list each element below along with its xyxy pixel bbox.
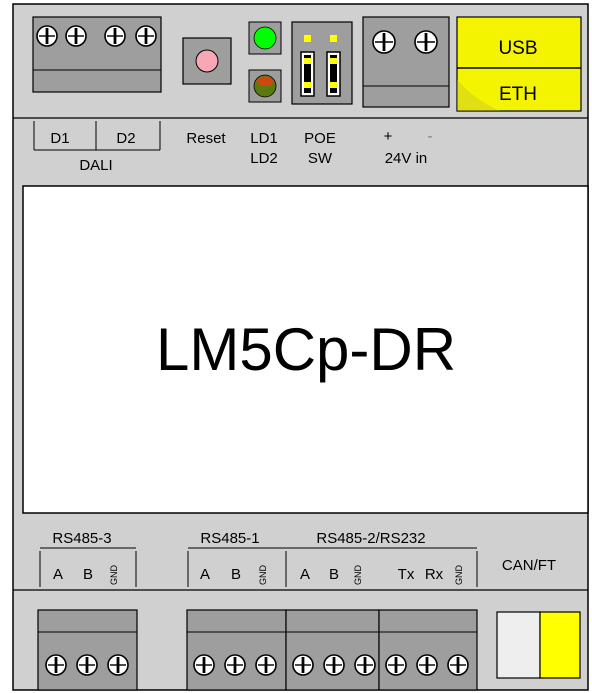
pin-b-label: B (231, 566, 241, 583)
screw-terminal-icon[interactable] (107, 654, 129, 676)
pin-a-label: A (200, 566, 210, 583)
screw-terminal-icon[interactable] (193, 654, 215, 676)
sw-label: SW (308, 150, 333, 167)
power-terminal-block (362, 16, 450, 108)
model-name: LM5Cp-DR (156, 316, 456, 383)
can-ft-connector[interactable] (496, 611, 581, 679)
poe-jumper-switch[interactable] (291, 21, 353, 105)
rs232-terminal-block (378, 609, 478, 691)
pin-tx-label: Tx (398, 566, 415, 583)
reset-label: Reset (186, 130, 226, 147)
screw-terminal-icon[interactable] (135, 25, 157, 47)
d1-label: D1 (50, 130, 69, 147)
d2-label: D2 (116, 130, 135, 147)
screw-terminal-icon[interactable] (447, 654, 469, 676)
device-front-panel: USB ETH D1 D2 DALI Reset LD1 LD2 POE SW … (12, 3, 589, 691)
usb-label: USB (498, 38, 537, 59)
pin-gnd-label: GND (353, 565, 363, 586)
screw-terminal-icon[interactable] (385, 654, 407, 676)
screw-terminal-icon[interactable] (36, 25, 58, 47)
screw-terminal-icon[interactable] (76, 654, 98, 676)
bottom-terminal-blocks (37, 609, 581, 691)
screw-terminal-icon[interactable] (372, 30, 396, 54)
pin-b-label: B (83, 566, 93, 583)
rs485-2-label: RS485-2/RS232 (316, 530, 425, 547)
ld1-label: LD1 (250, 130, 278, 147)
rs485-1-terminal-block (186, 609, 287, 691)
pin-gnd-label: GND (258, 565, 268, 586)
rs485-1-label: RS485-1 (200, 530, 259, 547)
screw-terminal-icon[interactable] (45, 654, 67, 676)
pin-rx-label: Rx (425, 566, 444, 583)
dali-terminal-block (32, 16, 162, 93)
rs485-2-terminal-block (285, 609, 380, 691)
screw-terminal-icon[interactable] (104, 25, 126, 47)
screw-terminal-icon[interactable] (255, 654, 277, 676)
pin-a-label: A (300, 566, 310, 583)
device-diagram: USB ETH D1 D2 DALI Reset LD1 LD2 POE SW … (0, 0, 592, 693)
jumper-icon (304, 35, 311, 42)
rs485-3-label: RS485-3 (52, 530, 111, 547)
reset-button-cap[interactable] (195, 49, 219, 73)
ld2-label: LD2 (250, 150, 278, 167)
screw-terminal-icon[interactable] (224, 654, 246, 676)
pin-b-label: B (329, 566, 339, 583)
pin-gnd-label: GND (109, 565, 119, 586)
screw-terminal-icon[interactable] (416, 654, 438, 676)
screw-terminal-icon[interactable] (354, 654, 376, 676)
minus-label: - (428, 128, 433, 145)
pin-gnd-label: GND (454, 565, 464, 586)
rs485-3-terminal-block (37, 609, 138, 691)
model-label-panel: LM5Cp-DR (22, 185, 589, 514)
can-ft-label: CAN/FT (502, 557, 556, 574)
reset-button[interactable] (182, 37, 232, 85)
screw-terminal-icon[interactable] (414, 30, 438, 54)
pin-a-label: A (53, 566, 63, 583)
poe-label: POE (304, 130, 336, 147)
eth-label: ETH (499, 84, 537, 105)
dali-label: DALI (79, 157, 112, 174)
screw-terminal-icon[interactable] (292, 654, 314, 676)
jumper-icon (330, 35, 337, 42)
led-indicator-icon (253, 26, 277, 50)
power-label: 24V in (385, 150, 428, 167)
screw-terminal-icon[interactable] (323, 654, 345, 676)
screw-terminal-icon[interactable] (65, 25, 87, 47)
usb-eth-ports[interactable]: USB ETH (456, 16, 582, 112)
plus-label: + (384, 128, 393, 145)
